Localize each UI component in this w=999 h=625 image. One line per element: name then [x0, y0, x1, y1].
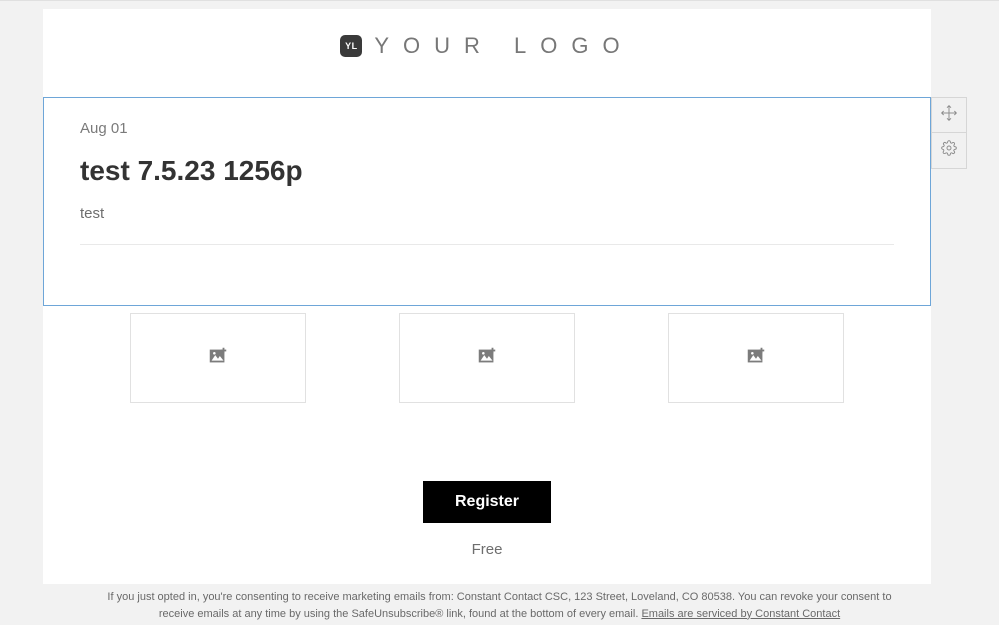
block-settings-button[interactable]: [931, 133, 967, 169]
add-image-icon: [745, 345, 767, 372]
register-block: Register Free: [43, 481, 931, 558]
divider: [80, 244, 894, 245]
block-toolbar: [931, 97, 967, 169]
add-image-icon: [207, 345, 229, 372]
image-placeholder-3[interactable]: [668, 313, 844, 403]
event-date: Aug 01: [80, 120, 894, 137]
image-placeholder-row: [43, 313, 931, 403]
image-placeholder-1[interactable]: [130, 313, 306, 403]
event-block-selected[interactable]: Aug 01 test 7.5.23 1256p test: [43, 97, 931, 306]
logo-text: YOUR LOGO: [374, 33, 633, 59]
add-image-icon: [476, 345, 498, 372]
register-button[interactable]: Register: [423, 481, 551, 523]
footer-line-1: If you just opted in, you're consenting …: [107, 591, 891, 603]
image-placeholder-2[interactable]: [399, 313, 575, 403]
logo-block: YL YOUR LOGO: [43, 9, 931, 79]
page-root: YL YOUR LOGO Aug 01 test 7.5.23 1256p te…: [0, 0, 999, 625]
footer-line-2: receive emails at any time by using the …: [159, 608, 642, 620]
footer-link[interactable]: Emails are serviced by Constant Contact: [641, 608, 840, 620]
event-description: test: [80, 205, 894, 244]
gear-icon: [941, 140, 957, 161]
price-text: Free: [472, 541, 503, 558]
move-icon: [941, 105, 957, 126]
logo-badge: YL: [340, 35, 362, 57]
footer-disclaimer: If you just opted in, you're consenting …: [0, 589, 999, 622]
email-card: YL YOUR LOGO Aug 01 test 7.5.23 1256p te…: [43, 9, 931, 584]
event-title: test 7.5.23 1256p: [80, 155, 894, 187]
move-block-button[interactable]: [931, 97, 967, 133]
